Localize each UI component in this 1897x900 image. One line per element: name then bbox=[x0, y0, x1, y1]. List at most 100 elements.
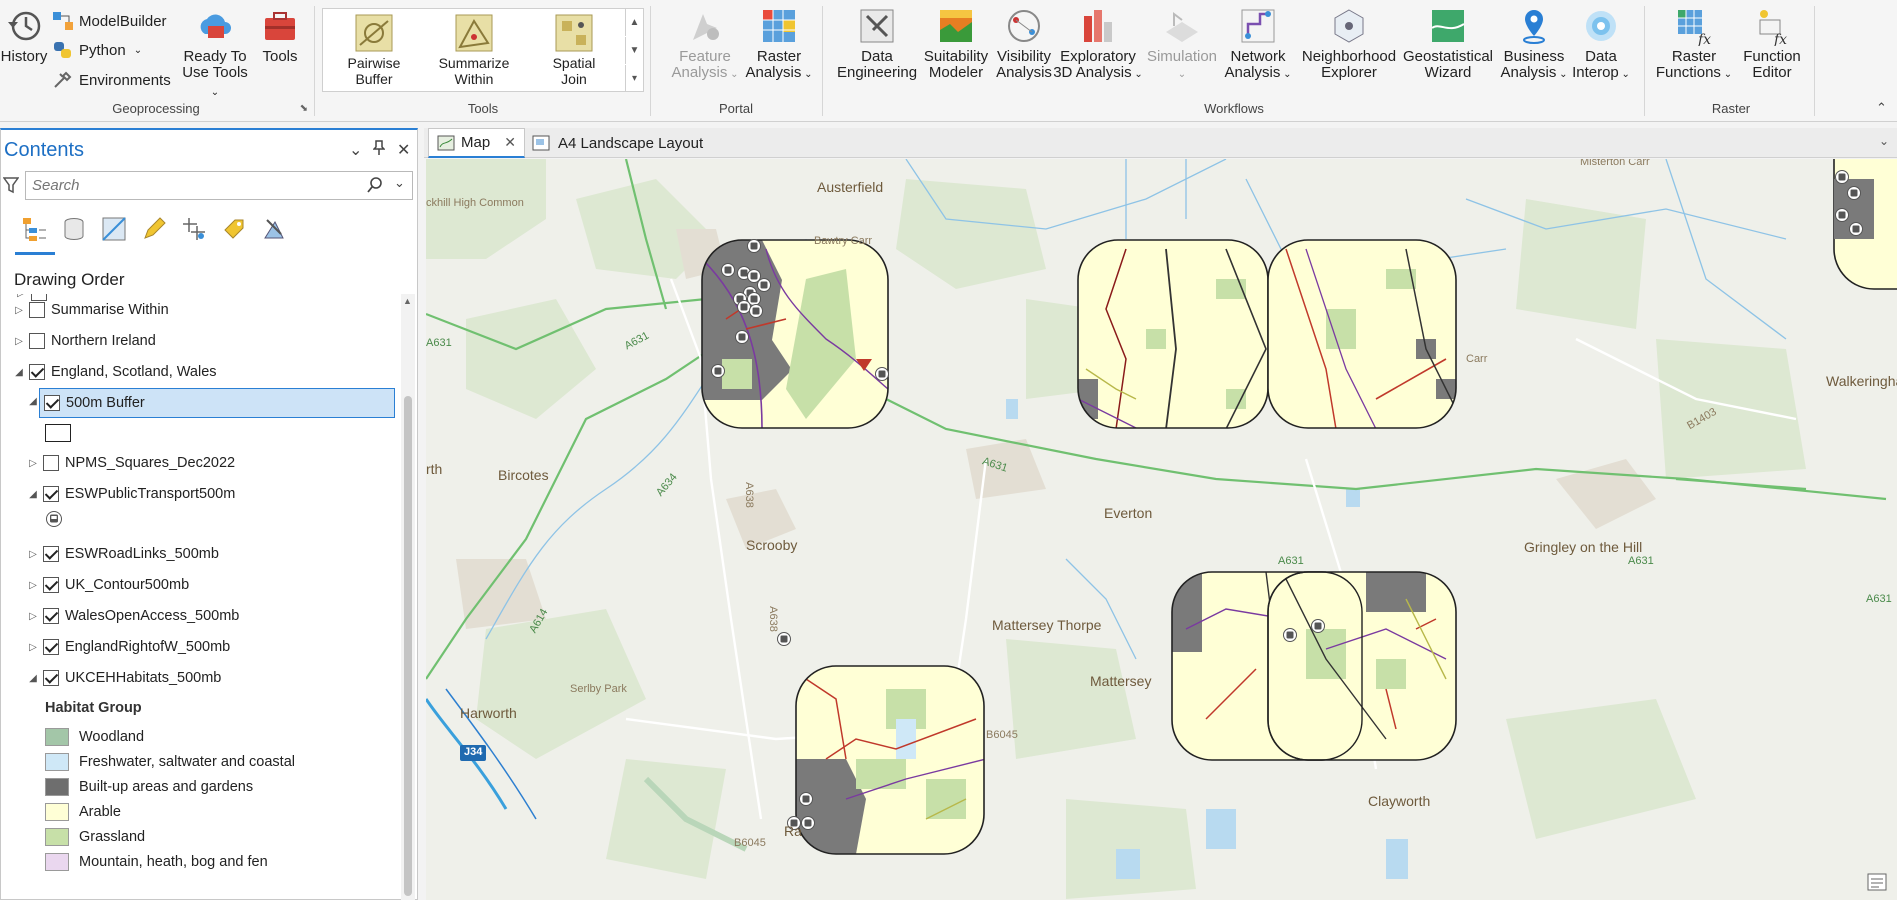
list-by-perspective-imagery-icon[interactable] bbox=[259, 214, 289, 244]
layer-row-wales-open-access[interactable]: ▷ WalesOpenAccess_500mb bbox=[27, 603, 239, 629]
legend-item[interactable]: Freshwater, saltwater and coastal bbox=[45, 749, 295, 774]
filter-icon[interactable] bbox=[2, 176, 20, 197]
place-bircotes: Bircotes bbox=[498, 467, 549, 483]
modelbuilder-button[interactable]: ModelBuilder bbox=[52, 8, 167, 34]
layer-checkbox[interactable] bbox=[43, 577, 59, 593]
pin-icon[interactable] bbox=[372, 140, 386, 161]
expand-icon[interactable]: ▷ bbox=[13, 336, 25, 347]
layer-checkbox[interactable] bbox=[43, 455, 59, 471]
tab-layout[interactable]: A4 Landscape Layout bbox=[524, 128, 711, 158]
raster-analysis-button[interactable]: Raster Analysis ⌄ bbox=[744, 6, 814, 83]
raster-functions-button[interactable]: fx Raster Functions ⌄ bbox=[1654, 6, 1734, 83]
layer-checkbox[interactable] bbox=[43, 608, 59, 624]
history-icon bbox=[8, 11, 41, 41]
layer-checkbox[interactable] bbox=[29, 302, 45, 318]
collapse-icon[interactable]: ◢ bbox=[13, 367, 25, 378]
legend-item[interactable]: Grassland bbox=[45, 824, 145, 849]
layer-row-contour[interactable]: ▷ UK_Contour500mb bbox=[27, 572, 189, 598]
scroll-up-icon[interactable]: ▲ bbox=[403, 296, 412, 306]
expand-icon[interactable]: ▷ bbox=[27, 642, 39, 653]
legend-item[interactable]: Arable bbox=[45, 799, 121, 824]
layer-checkbox[interactable] bbox=[43, 639, 59, 655]
close-pane-icon[interactable]: ✕ bbox=[397, 140, 410, 160]
neighborhood-explorer-button[interactable]: Neighborhood Explorer bbox=[1298, 6, 1400, 81]
geostatistical-wizard-icon bbox=[1431, 10, 1465, 42]
buffer-symbol[interactable] bbox=[45, 424, 71, 442]
layer-row-england-row[interactable]: ▷ EnglandRightofW_500mb bbox=[27, 634, 230, 660]
visibility-analysis-icon bbox=[1008, 10, 1040, 42]
search-input[interactable] bbox=[26, 172, 346, 198]
gallery-scroll-down-button[interactable]: ▼ bbox=[625, 37, 643, 64]
layer-row-northern-ireland[interactable]: ▷ Northern Ireland bbox=[13, 328, 156, 354]
collapse-icon[interactable]: ◢ bbox=[27, 489, 39, 500]
expand-icon[interactable]: ▷ bbox=[27, 458, 39, 469]
pairwise-buffer-button[interactable]: Pairwise Buffer bbox=[329, 13, 419, 87]
business-analysis-button[interactable]: Business Analysis ⌄ bbox=[1494, 6, 1574, 83]
simulation-button[interactable]: Simulation ⌄ bbox=[1142, 6, 1222, 83]
search-options-icon[interactable]: ⌄ bbox=[394, 175, 405, 191]
spatial-join-button[interactable]: Spatial Join bbox=[529, 13, 619, 87]
close-tab-icon[interactable]: ✕ bbox=[504, 134, 516, 151]
search-icon[interactable] bbox=[366, 176, 384, 197]
map-view[interactable]: Austerfield Bawtry Carr ckhill High Comm… bbox=[426, 159, 1897, 900]
gallery-scroll-up-button[interactable]: ▲ bbox=[625, 9, 643, 36]
tab-map[interactable]: Map ✕ bbox=[428, 128, 525, 158]
expand-icon[interactable]: ▷ bbox=[27, 549, 39, 560]
expand-icon[interactable]: ▷ bbox=[27, 611, 39, 622]
data-engineering-button[interactable]: Data Engineering bbox=[832, 6, 922, 81]
layer-row-road-links[interactable]: ▷ ESWRoadLinks_500mb bbox=[27, 541, 219, 567]
summarize-within-button[interactable]: Summarize Within bbox=[429, 13, 519, 87]
exploratory-3d-analysis-button[interactable]: Exploratory 3D Analysis ⌄ bbox=[1052, 6, 1144, 83]
expand-icon[interactable]: ▷ bbox=[27, 580, 39, 591]
python-button[interactable]: Python ⌄ bbox=[52, 37, 142, 63]
layer-row-npms[interactable]: ▷ NPMS_Squares_Dec2022 bbox=[27, 450, 235, 476]
tools-button[interactable]: Tools bbox=[258, 6, 302, 65]
tab-list-icon[interactable]: ⌄ bbox=[1879, 134, 1889, 148]
collapse-ribbon-icon[interactable]: ⌃ bbox=[1876, 100, 1887, 116]
legend-item[interactable]: Woodland bbox=[45, 724, 144, 749]
list-by-labeling-icon[interactable] bbox=[219, 214, 249, 244]
visibility-analysis-label-2: Analysis bbox=[996, 64, 1052, 81]
environments-button[interactable]: Environments bbox=[52, 67, 171, 93]
layer-name: WalesOpenAccess_500mb bbox=[65, 608, 240, 624]
pane-options-icon[interactable]: ⌄ bbox=[349, 140, 362, 160]
legend-swatch bbox=[45, 852, 69, 871]
function-editor-button[interactable]: fx Function Editor bbox=[1734, 6, 1810, 81]
feature-analysis-button[interactable]: Feature Analysis ⌄ bbox=[670, 6, 740, 83]
list-by-selection-icon[interactable] bbox=[99, 214, 129, 244]
bus-stop-symbol-icon[interactable] bbox=[45, 510, 63, 531]
layer-checkbox[interactable] bbox=[29, 333, 45, 349]
layer-checkbox[interactable] bbox=[29, 364, 45, 380]
collapse-icon[interactable]: ◢ bbox=[27, 673, 39, 684]
legend-item[interactable]: Mountain, heath, bog and fen bbox=[45, 849, 268, 874]
dialog-launcher-icon[interactable]: ⬊ bbox=[300, 103, 308, 114]
layer-row-500m-buffer[interactable]: 500m Buffer bbox=[39, 388, 395, 418]
list-by-drawing-order-icon[interactable] bbox=[19, 214, 49, 244]
ready-to-use-tools-button[interactable]: Ready To Use Tools ⌄ bbox=[180, 6, 250, 101]
layer-checkbox[interactable] bbox=[43, 670, 59, 686]
layer-checkbox[interactable] bbox=[43, 486, 59, 502]
legend-item[interactable]: Built-up areas and gardens bbox=[45, 774, 253, 799]
list-by-data-source-icon[interactable] bbox=[59, 214, 89, 244]
layer-row-habitats[interactable]: ◢ UKCEHHabitats_500mb bbox=[27, 665, 221, 691]
history-button[interactable]: History bbox=[0, 6, 48, 65]
expand-icon[interactable]: ▷ bbox=[13, 305, 25, 316]
tree-scrollbar[interactable]: ▲ bbox=[401, 294, 415, 900]
layer-checkbox[interactable] bbox=[44, 395, 60, 411]
scroll-thumb[interactable] bbox=[404, 396, 412, 896]
layer-row-public-transport[interactable]: ◢ ESWPublicTransport500m bbox=[27, 481, 235, 507]
list-by-snapping-icon[interactable] bbox=[179, 214, 209, 244]
layer-checkbox[interactable] bbox=[43, 546, 59, 562]
network-analysis-button[interactable]: Network Analysis ⌄ bbox=[1218, 6, 1298, 83]
collapse-icon[interactable]: ◢ bbox=[27, 396, 39, 407]
data-interop-button[interactable]: Data Interop ⌄ bbox=[1568, 6, 1634, 83]
legend-label: Woodland bbox=[79, 728, 145, 745]
layer-row-summarise-within[interactable]: ▷ Summarise Within bbox=[13, 297, 169, 323]
list-by-editing-icon[interactable] bbox=[139, 214, 169, 244]
network-analysis-label-2: Analysis bbox=[1224, 64, 1281, 81]
geostatistical-wizard-button[interactable]: Geostatistical Wizard bbox=[1398, 6, 1498, 81]
layer-row-england-scotland-wales[interactable]: ◢ England, Scotland, Wales bbox=[13, 359, 217, 385]
gallery-expand-button[interactable]: ▾ bbox=[625, 65, 643, 92]
business-analysis-label-1: Business bbox=[1503, 48, 1565, 65]
data-interop-label-2: Interop bbox=[1572, 64, 1619, 81]
